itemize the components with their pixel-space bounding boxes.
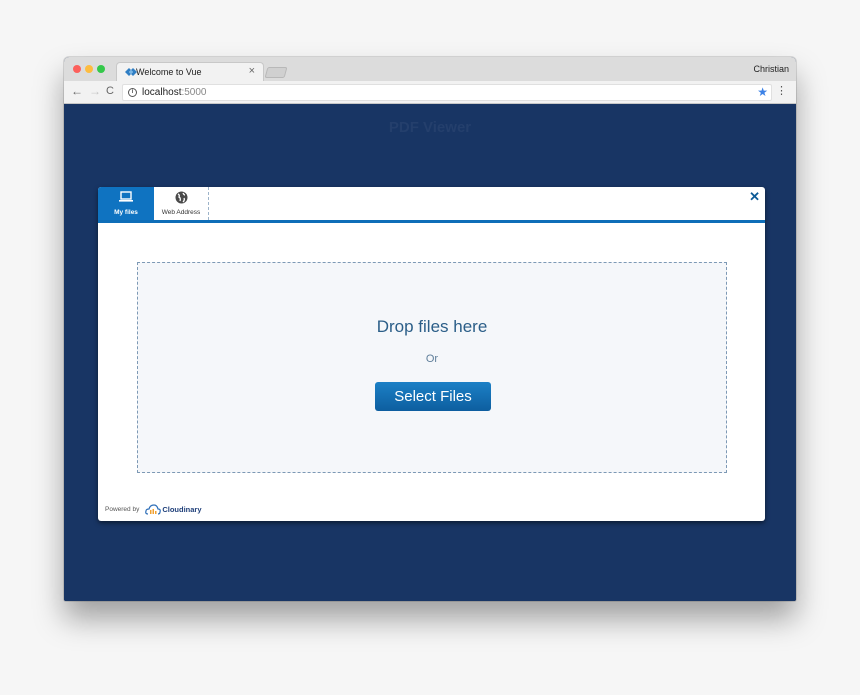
source-tabs: My files Web Address ✕: [98, 187, 765, 223]
tab-title: Welcome to Vue: [136, 67, 202, 77]
close-window-button[interactable]: [73, 65, 81, 73]
drop-files-title: Drop files here: [376, 317, 488, 336]
tab-label: Web Address: [161, 209, 201, 216]
maximize-window-button[interactable]: [97, 65, 105, 73]
title-bar: Welcome to Vue × Christian: [64, 57, 796, 82]
powered-by-label: Powered by: [105, 506, 140, 513]
close-icon[interactable]: ✕: [749, 189, 760, 205]
browser-menu-icon[interactable]: ⋮: [776, 84, 787, 98]
laptop-icon: [119, 191, 133, 202]
tab-web-address[interactable]: Web Address: [154, 187, 209, 220]
upload-widget-modal: My files Web Address ✕ Drop files here O…: [98, 187, 765, 521]
powered-by: Powered by Cloudinary: [105, 504, 202, 515]
or-label: Or: [425, 353, 439, 365]
tab-my-files[interactable]: My files: [98, 187, 154, 220]
url-host: localhost: [142, 87, 182, 98]
browser-toolbar: ← → C i localhost:5000 ★ ⋮: [64, 81, 796, 104]
browser-window: Welcome to Vue × Christian ← → C i local…: [64, 57, 796, 601]
forward-icon[interactable]: →: [89, 84, 101, 98]
drop-zone[interactable]: Drop files here Or Select Files: [137, 262, 727, 473]
reload-icon[interactable]: C: [106, 85, 114, 97]
cloudinary-brand: Cloudinary: [162, 505, 202, 514]
tab-label: My files: [114, 209, 138, 216]
url-port: :5000: [181, 87, 207, 98]
browser-tab[interactable]: Welcome to Vue ×: [116, 62, 264, 82]
select-files-button[interactable]: Select Files: [375, 382, 491, 411]
page-content: PDF Viewer My files Web Address ✕ Drop f…: [64, 105, 796, 601]
minimize-window-button[interactable]: [85, 65, 93, 73]
address-bar[interactable]: i localhost:5000 ★: [122, 84, 772, 101]
url-text: localhost:5000: [142, 87, 207, 98]
tab-close-icon[interactable]: ×: [249, 65, 255, 77]
info-icon[interactable]: i: [128, 88, 137, 97]
cloudinary-cloud-icon: [145, 504, 162, 515]
bookmark-star-icon[interactable]: ★: [757, 85, 768, 99]
profile-name[interactable]: Christian: [753, 64, 789, 74]
globe-icon: [175, 191, 187, 204]
back-icon[interactable]: ←: [71, 84, 83, 98]
new-tab-button[interactable]: [264, 67, 288, 78]
page-title: PDF Viewer: [388, 119, 472, 136]
cloudinary-logo[interactable]: Cloudinary: [145, 504, 202, 515]
